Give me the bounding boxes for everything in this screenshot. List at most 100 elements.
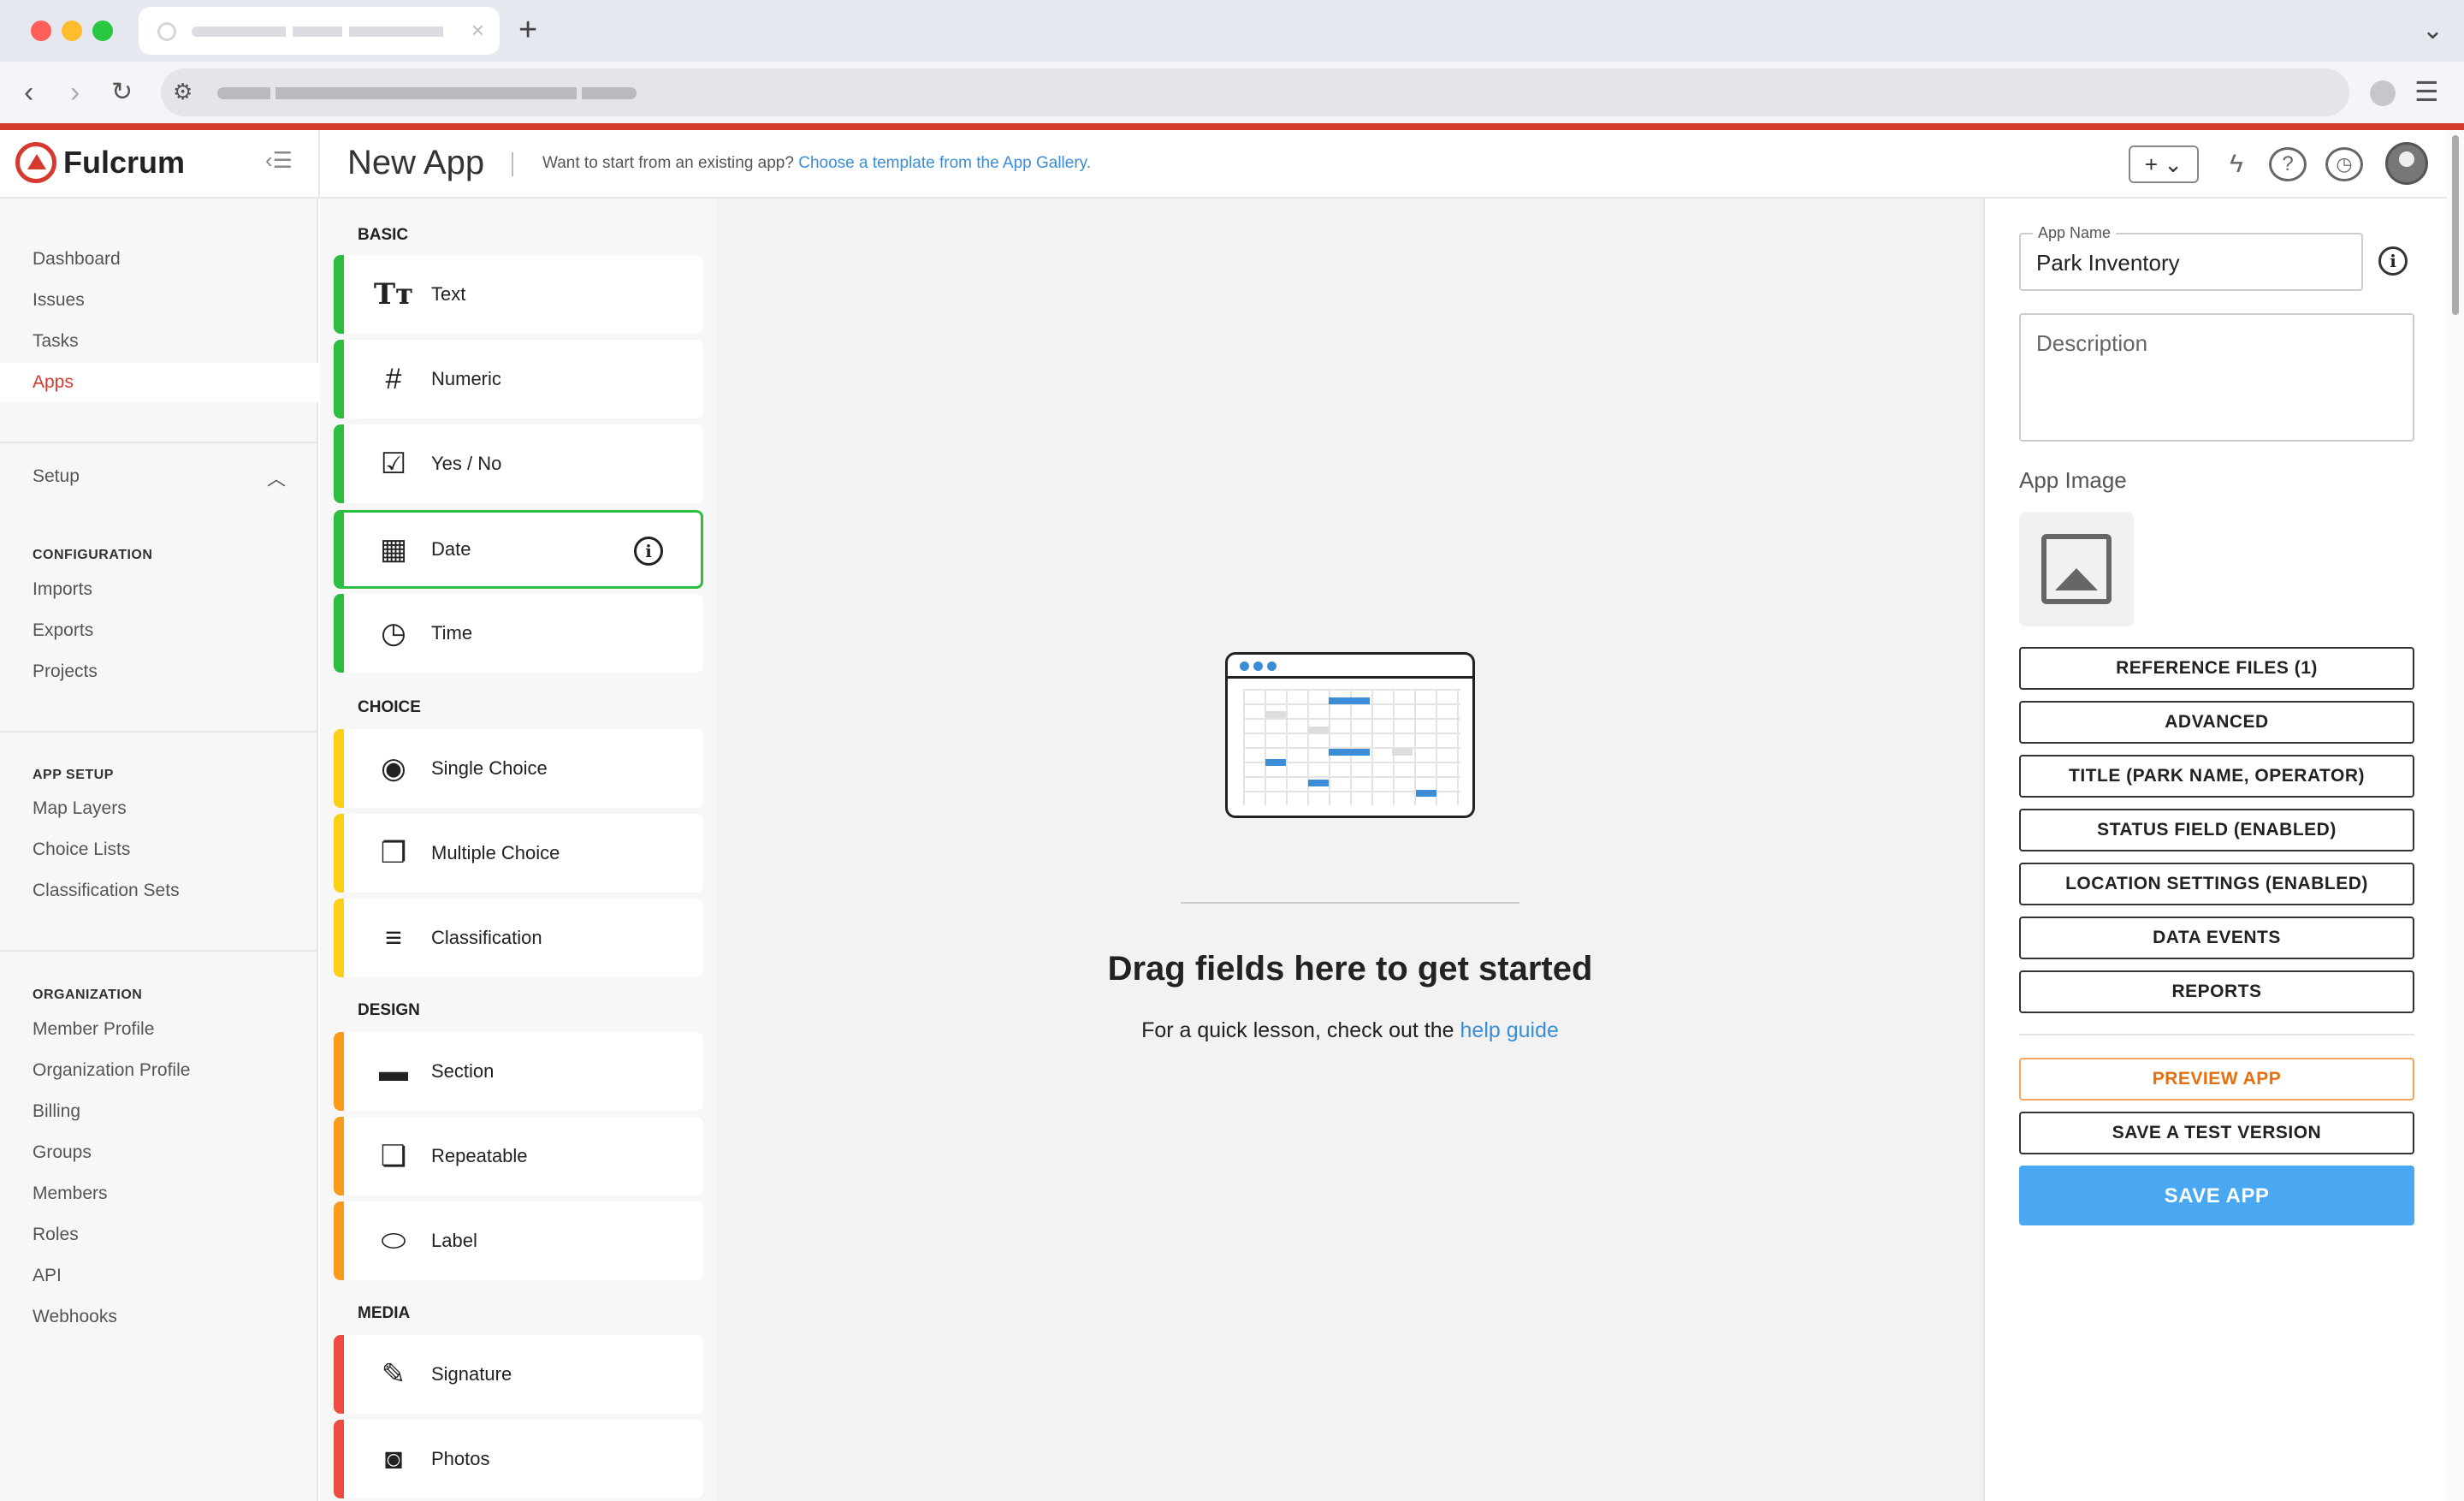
field-type-photos[interactable]: ◙ Photos: [334, 1420, 703, 1498]
field-type-label: Signature: [431, 1363, 512, 1385]
profile-icon[interactable]: [2370, 80, 2396, 106]
sidebar-item-organization-profile[interactable]: Organization Profile: [0, 1051, 318, 1090]
tab-close-icon[interactable]: ×: [471, 17, 484, 43]
sidebar-item-classification-sets[interactable]: Classification Sets: [0, 871, 318, 911]
info-icon[interactable]: i: [2378, 246, 2408, 276]
chevron-up-icon[interactable]: ︿: [267, 464, 286, 491]
user-avatar[interactable]: [2385, 142, 2428, 185]
field-type-numeric[interactable]: # Numeric: [334, 340, 703, 418]
sidebar-item-apps[interactable]: Apps: [0, 363, 318, 402]
maximize-window-button[interactable]: [92, 21, 113, 41]
field-type-signature[interactable]: ✎ Signature: [334, 1335, 703, 1414]
reference-files-button[interactable]: REFERENCE FILES (1): [2019, 647, 2414, 690]
preview-app-button[interactable]: PREVIEW APP: [2019, 1058, 2414, 1101]
mountain-shape: [2055, 568, 2098, 590]
app-name-field[interactable]: App Name Park Inventory: [2019, 224, 2363, 291]
field-type-multiple-choice[interactable]: ❐ Multiple Choice: [334, 814, 703, 893]
list-check-icon: ≡: [385, 921, 402, 954]
illustration-cell: [1329, 697, 1370, 704]
image-placeholder-icon: [2041, 534, 2112, 604]
sidebar-divider: [0, 950, 318, 952]
sidebar-item-billing[interactable]: Billing: [0, 1092, 318, 1131]
sidebar-item-map-layers[interactable]: Map Layers: [0, 789, 318, 828]
field-type-section[interactable]: ▬ Section: [334, 1032, 703, 1111]
field-type-single-choice[interactable]: ◉ Single Choice: [334, 729, 703, 808]
sidebar-item-issues[interactable]: Issues: [0, 281, 318, 320]
sidebar-item-dashboard[interactable]: Dashboard: [0, 240, 318, 279]
url-redacted: [217, 87, 637, 99]
field-type-label-text: Label: [431, 1230, 477, 1251]
field-type-label: Text: [431, 283, 466, 305]
close-window-button[interactable]: [31, 21, 51, 41]
history-clock-icon[interactable]: ◷: [2325, 147, 2363, 181]
data-events-button[interactable]: DATA EVENTS: [2019, 917, 2414, 959]
save-test-version-button[interactable]: SAVE A TEST VERSION: [2019, 1112, 2414, 1154]
reload-icon[interactable]: ↻: [111, 75, 133, 110]
field-type-time[interactable]: ◷ Time: [334, 594, 703, 673]
collapse-sidebar-icon[interactable]: ‹☰: [265, 147, 293, 174]
app-image-label: App Image: [2019, 467, 2127, 493]
scrollbar-thumb[interactable]: [2452, 135, 2459, 315]
hint-text: Want to start from an existing app?: [542, 154, 794, 172]
browser-menu-icon[interactable]: ☰: [2414, 75, 2439, 108]
advanced-button[interactable]: ADVANCED: [2019, 701, 2414, 744]
palette-section-basic: BASIC: [358, 226, 409, 244]
illustration-cell: [1308, 727, 1329, 733]
add-new-button[interactable]: + ⌄: [2129, 145, 2199, 183]
sidebar-item-member-profile[interactable]: Member Profile: [0, 1010, 318, 1049]
status-field-button[interactable]: STATUS FIELD (ENABLED): [2019, 809, 2414, 851]
form-builder-canvas[interactable]: Drag fields here to get started For a qu…: [717, 199, 1983, 1501]
sidebar-item-webhooks[interactable]: Webhooks: [0, 1297, 318, 1337]
new-tab-button[interactable]: +: [518, 12, 537, 48]
tab-list-chevron-icon[interactable]: ⌄: [2422, 15, 2443, 45]
sidebar-item-groups[interactable]: Groups: [0, 1133, 318, 1172]
field-type-yes-no[interactable]: ☑ Yes / No: [334, 424, 703, 503]
field-type-label: Time: [431, 622, 473, 644]
illustration-cell: [1265, 759, 1286, 766]
lightning-icon[interactable]: ϟ: [2218, 145, 2255, 183]
template-hint: Want to start from an existing app? Choo…: [542, 154, 1091, 173]
illustration-cell: [1416, 790, 1436, 797]
description-field[interactable]: Description: [2019, 313, 2414, 442]
sidebar-item-imports[interactable]: Imports: [0, 570, 318, 609]
sidebar-divider: [0, 731, 318, 733]
sidebar-item-roles[interactable]: Roles: [0, 1215, 318, 1255]
reports-button[interactable]: REPORTS: [2019, 970, 2414, 1013]
empty-state-text: For a quick lesson, check out the: [1141, 1018, 1454, 1042]
minimize-window-button[interactable]: [62, 21, 82, 41]
field-type-label: Multiple Choice: [431, 842, 560, 863]
site-settings-icon[interactable]: ⚙: [173, 79, 192, 105]
app-name-value: Park Inventory: [2036, 250, 2180, 276]
help-guide-link[interactable]: help guide: [1460, 1018, 1559, 1042]
field-type-date[interactable]: ▦ Date i: [334, 510, 703, 589]
field-type-classification[interactable]: ≡ Classification: [334, 899, 703, 977]
sidebar-item-api[interactable]: API: [0, 1256, 318, 1296]
sidebar-item-choice-lists[interactable]: Choice Lists: [0, 830, 318, 869]
sidebar-item-projects[interactable]: Projects: [0, 652, 318, 691]
clock-icon: ◷: [381, 617, 406, 650]
fulcrum-logo-icon: [15, 142, 56, 183]
forward-icon[interactable]: ›: [70, 75, 80, 110]
sidebar-item-tasks[interactable]: Tasks: [0, 322, 318, 361]
sidebar-item-exports[interactable]: Exports: [0, 611, 318, 650]
radio-icon: ◉: [381, 752, 406, 785]
page-scrollbar[interactable]: [2447, 130, 2464, 1501]
browser-tab[interactable]: ×: [139, 7, 500, 55]
fulcrum-logo[interactable]: Fulcrum: [15, 142, 185, 183]
location-settings-button[interactable]: LOCATION SETTINGS (ENABLED): [2019, 863, 2414, 905]
title-settings-button[interactable]: TITLE (PARK NAME, OPERATOR): [2019, 755, 2414, 798]
help-icon[interactable]: ?: [2269, 147, 2307, 181]
app-image-upload[interactable]: [2019, 512, 2134, 626]
sidebar-item-members[interactable]: Members: [0, 1174, 318, 1213]
back-icon[interactable]: ‹: [24, 75, 33, 110]
calendar-icon: ▦: [379, 533, 408, 566]
field-type-label[interactable]: ⬭ Label: [334, 1201, 703, 1280]
save-app-button[interactable]: SAVE APP: [2019, 1166, 2414, 1225]
info-icon[interactable]: i: [634, 537, 663, 566]
page-title: New App: [347, 144, 485, 181]
address-bar[interactable]: ⚙: [161, 68, 2349, 116]
field-type-repeatable[interactable]: ❏ Repeatable: [334, 1117, 703, 1195]
field-type-text[interactable]: Tт Text: [334, 255, 703, 334]
app-gallery-link[interactable]: Choose a template from the App Gallery.: [798, 154, 1091, 172]
field-type-label: Section: [431, 1060, 495, 1082]
